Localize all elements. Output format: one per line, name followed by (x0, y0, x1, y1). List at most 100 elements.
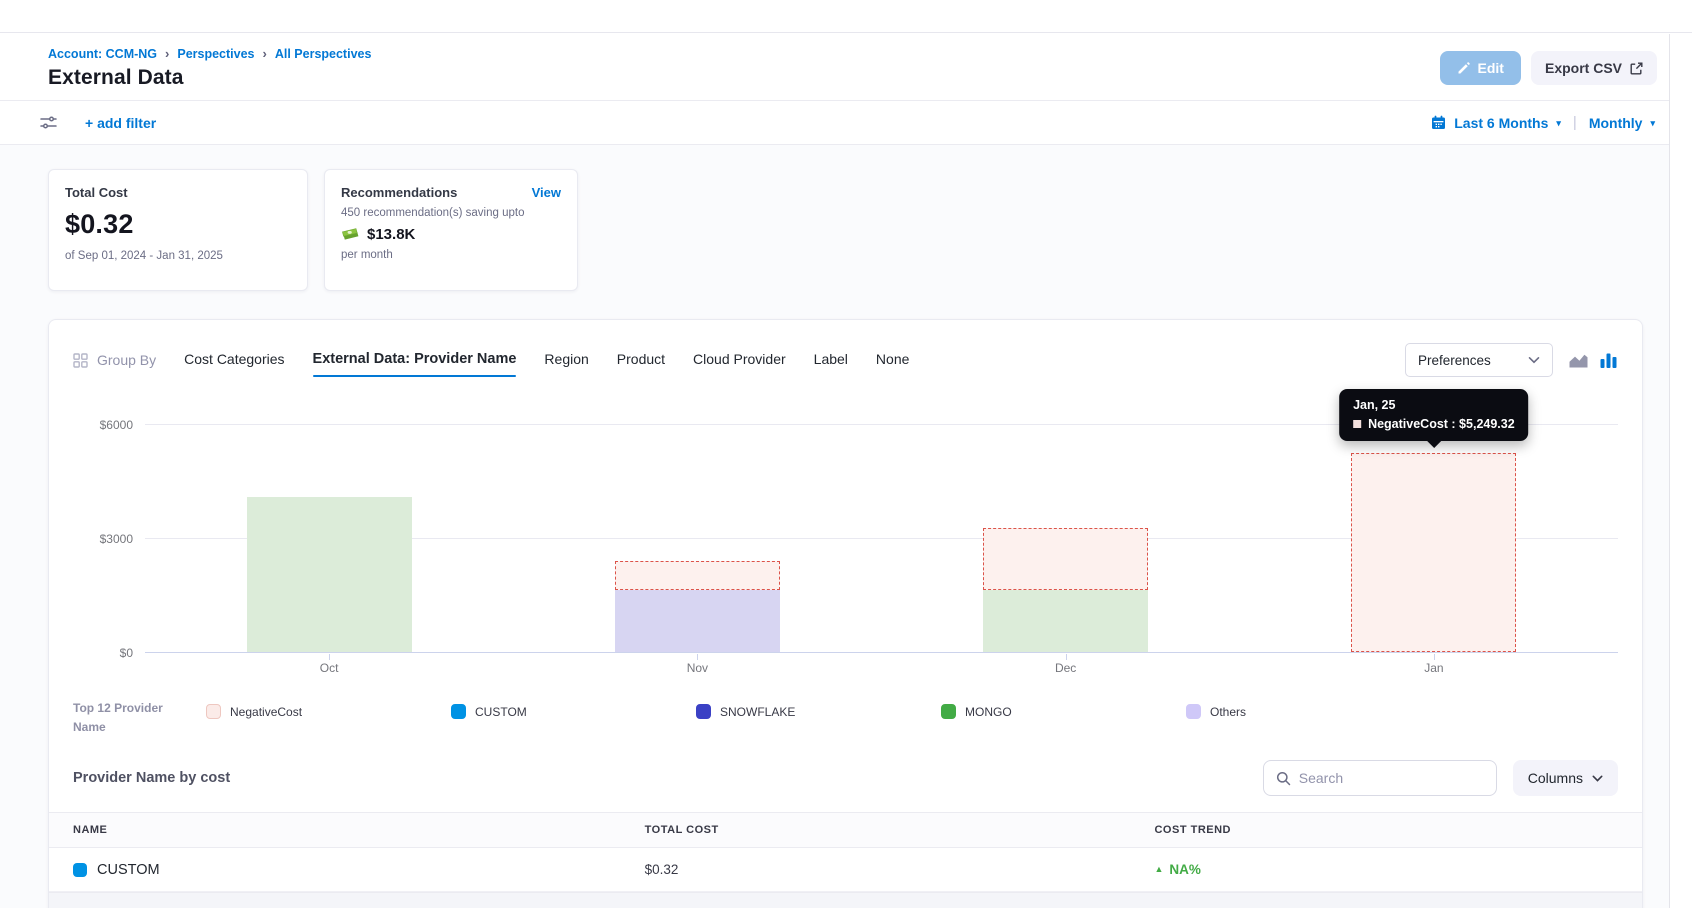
legend-item-label: CUSTOM (475, 705, 527, 719)
legend-item-label: Others (1210, 705, 1246, 719)
cost-chart: Jan, 25 NegativeCost : $5,249.32 $0$3000… (49, 378, 1642, 675)
cost-trend-value: ▲NA% (1154, 862, 1618, 877)
legend-title: Top 12 Provider Name (73, 699, 206, 736)
y-axis-tick-label: $0 (73, 646, 133, 660)
x-axis-label: Nov (513, 661, 881, 675)
cell-total-cost: $0.32 (645, 861, 1155, 879)
table-body: CUSTOM$0.32▲NA% (49, 848, 1642, 892)
tab-none[interactable]: None (876, 351, 909, 369)
total-cost-label: Total Cost (65, 185, 291, 200)
page-title: External Data (48, 66, 371, 90)
recommendations-label: Recommendations (341, 185, 457, 200)
legend-items: NegativeCost CUSTOM SNOWFLAKE MONGO Others (206, 699, 1618, 719)
time-range-dropdown[interactable]: Last 6 Months (1454, 115, 1548, 131)
total-cost-value: $0.32 (65, 209, 291, 240)
legend-item-snowflake[interactable]: SNOWFLAKE (696, 699, 941, 719)
granularity-dropdown[interactable]: Monthly (1589, 115, 1643, 131)
window-top-margin (0, 0, 1692, 33)
breadcrumb-item[interactable]: Account: CCM-NG (48, 47, 157, 61)
search-input[interactable] (1299, 770, 1484, 786)
chart-tooltip: Jan, 25 NegativeCost : $5,249.32 (1339, 389, 1529, 441)
table-row-partial (49, 892, 1642, 908)
group-by-tabs: Cost Categories External Data: Provider N… (184, 351, 909, 369)
add-filter-button[interactable]: + add filter (85, 115, 156, 131)
bar-negativecost-dec[interactable] (983, 528, 1148, 589)
chart-controls: Preferences (1405, 343, 1618, 377)
legend-item-custom[interactable]: CUSTOM (451, 699, 696, 719)
bar-mongo-oct[interactable] (247, 497, 412, 652)
legend-swatch-icon (941, 704, 956, 719)
chevron-down-icon (1592, 775, 1603, 782)
perspective-panel: Group By Cost Categories External Data: P… (48, 319, 1643, 908)
chart-x-axis: OctNovDecJan (145, 653, 1618, 675)
breadcrumb-item[interactable]: All Perspectives (275, 47, 372, 61)
x-axis-label: Oct (145, 661, 513, 675)
bar-group-nov (615, 408, 780, 652)
legend-swatch-icon (206, 704, 221, 719)
area-chart-icon[interactable] (1568, 352, 1589, 369)
table-row[interactable]: CUSTOM$0.32▲NA% (49, 848, 1642, 892)
search-box (1263, 760, 1497, 796)
bar-snowflake-nov[interactable] (615, 590, 780, 652)
time-filters: Last 6 Months ▾ | Monthly ▾ (1431, 114, 1655, 131)
table-header-row: NAMETOTAL COSTCOST TREND (49, 812, 1642, 848)
tooltip-value: NegativeCost : $5,249.32 (1368, 417, 1515, 431)
savings-period: per month (341, 249, 561, 261)
bar-group-oct (247, 408, 412, 652)
bar-chart-icon[interactable] (1599, 352, 1618, 369)
chart-legend: Top 12 Provider Name NegativeCost CUSTOM S… (49, 675, 1642, 736)
legend-item-negativecost[interactable]: NegativeCost (206, 699, 451, 719)
chevron-down-icon[interactable]: ▾ (1650, 117, 1655, 128)
total-cost-card: Total Cost $0.32 of Sep 01, 2024 - Jan 3… (48, 169, 308, 291)
chevron-down-icon (1528, 356, 1540, 364)
edit-button[interactable]: Edit (1440, 51, 1521, 85)
chevron-down-icon[interactable]: ▾ (1556, 117, 1561, 128)
columns-button[interactable]: Columns (1513, 760, 1618, 796)
page-header: Account: CCM-NG›Perspectives›All Perspec… (0, 34, 1669, 100)
legend-swatch-icon (1186, 704, 1201, 719)
header-left: Account: CCM-NG›Perspectives›All Perspec… (48, 46, 371, 90)
group-by-label-wrap: Group By (73, 352, 156, 368)
tooltip-title: Jan, 25 (1353, 398, 1515, 412)
header-actions: Edit Export CSV (1440, 51, 1657, 85)
legend-item-mongo[interactable]: MONGO (941, 699, 1186, 719)
tab-product[interactable]: Product (617, 351, 665, 369)
provider-color-swatch (73, 863, 87, 877)
legend-item-label: SNOWFLAKE (720, 705, 795, 719)
x-axis-tick (1434, 654, 1435, 660)
legend-swatch-icon (696, 704, 711, 719)
legend-swatch-icon (451, 704, 466, 719)
cell-cost-trend: ▲NA% (1154, 862, 1618, 877)
cell-name: CUSTOM (73, 862, 645, 878)
column-header-total-cost[interactable]: TOTAL COST (645, 824, 1155, 836)
preferences-dropdown[interactable]: Preferences (1405, 343, 1553, 377)
group-by-label: Group By (97, 352, 156, 368)
view-recommendations-link[interactable]: View (532, 185, 561, 200)
bar-negativecost-jan[interactable] (1351, 453, 1516, 652)
filter-bar: + add filter Last 6 Months ▾ | Monthly ▾ (0, 100, 1669, 145)
tab-label[interactable]: Label (814, 351, 848, 369)
breadcrumb-item[interactable]: Perspectives (177, 47, 254, 61)
x-axis-tick (329, 654, 330, 660)
bar-negativecost-nov[interactable] (615, 561, 780, 589)
recommendations-card: Recommendations View 450 recommendation(… (324, 169, 578, 291)
legend-item-others[interactable]: Others (1186, 699, 1431, 719)
savings-amount: $13.8K (367, 226, 415, 243)
external-link-icon (1630, 62, 1643, 75)
x-axis-label: Jan (1250, 661, 1618, 675)
bar-mongo-dec[interactable] (983, 590, 1148, 652)
breadcrumb-separator: › (262, 46, 268, 61)
grid-icon (73, 353, 88, 368)
column-header-name[interactable]: NAME (73, 824, 645, 836)
legend-item-label: MONGO (965, 705, 1012, 719)
calendar-icon (1431, 115, 1446, 130)
tab-cost-categories[interactable]: Cost Categories (184, 351, 284, 369)
export-csv-button[interactable]: Export CSV (1531, 51, 1657, 85)
legend-item-label: NegativeCost (230, 705, 302, 719)
summary-cards: Total Cost $0.32 of Sep 01, 2024 - Jan 3… (48, 169, 1643, 291)
tab-region[interactable]: Region (544, 351, 588, 369)
tab-cloud-provider[interactable]: Cloud Provider (693, 351, 786, 369)
filter-settings-icon[interactable] (40, 115, 57, 130)
tab-external-data-provider-name[interactable]: External Data: Provider Name (313, 351, 517, 369)
column-header-cost-trend[interactable]: COST TREND (1154, 824, 1618, 836)
